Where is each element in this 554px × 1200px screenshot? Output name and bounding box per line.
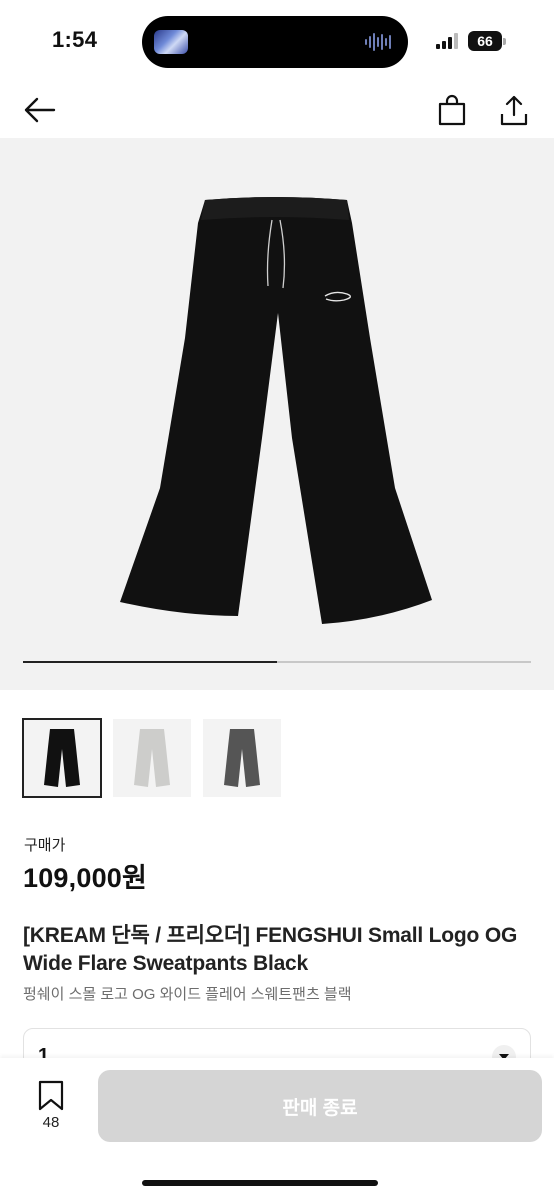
image-progress-bar bbox=[23, 661, 531, 663]
share-icon bbox=[500, 95, 528, 126]
thumbnail-list bbox=[22, 718, 281, 798]
battery-icon: 66 bbox=[468, 31, 506, 51]
top-nav bbox=[0, 86, 554, 138]
shopping-bag-icon bbox=[438, 94, 466, 126]
thumbnail-light-gray[interactable] bbox=[113, 719, 191, 797]
status-time: 1:54 bbox=[52, 27, 98, 52]
wishlist-count: 48 bbox=[42, 1114, 60, 1131]
share-button[interactable] bbox=[494, 90, 534, 130]
battery-level: 66 bbox=[468, 31, 502, 51]
product-title: [KREAM 단독 / 프리오더] FENGSHUI Small Logo OG… bbox=[23, 924, 518, 975]
product-subtitle: 펑쉐이 스몰 로고 OG 와이드 플레어 스웨트팬츠 블랙 bbox=[23, 986, 352, 1003]
bookmark-icon bbox=[38, 1080, 64, 1111]
price-label: 구매가 bbox=[24, 837, 66, 854]
image-progress-fill bbox=[23, 661, 277, 663]
sale-ended-button[interactable]: 판매 종료 bbox=[98, 1070, 542, 1142]
thumbnail-black[interactable] bbox=[22, 718, 102, 798]
back-button[interactable] bbox=[20, 90, 60, 130]
product-image-carousel[interactable] bbox=[0, 138, 554, 690]
audio-waveform-icon bbox=[365, 33, 391, 51]
bottom-action-bar: 48 판매 종료 bbox=[0, 1058, 554, 1200]
home-indicator bbox=[142, 1180, 378, 1186]
dynamic-island bbox=[142, 16, 408, 68]
status-right: 66 bbox=[436, 30, 506, 52]
shop-bag-button[interactable] bbox=[432, 90, 472, 130]
arrow-left-icon bbox=[24, 97, 56, 123]
price-value: 109,000원 bbox=[23, 863, 148, 893]
wishlist-button[interactable]: 48 bbox=[26, 1080, 76, 1131]
sweatpants-image bbox=[120, 197, 432, 624]
cellular-signal-icon bbox=[436, 33, 458, 49]
status-bar: 1:54 66 bbox=[0, 0, 554, 86]
thumbnail-charcoal[interactable] bbox=[203, 719, 281, 797]
now-playing-artwork bbox=[154, 30, 188, 54]
